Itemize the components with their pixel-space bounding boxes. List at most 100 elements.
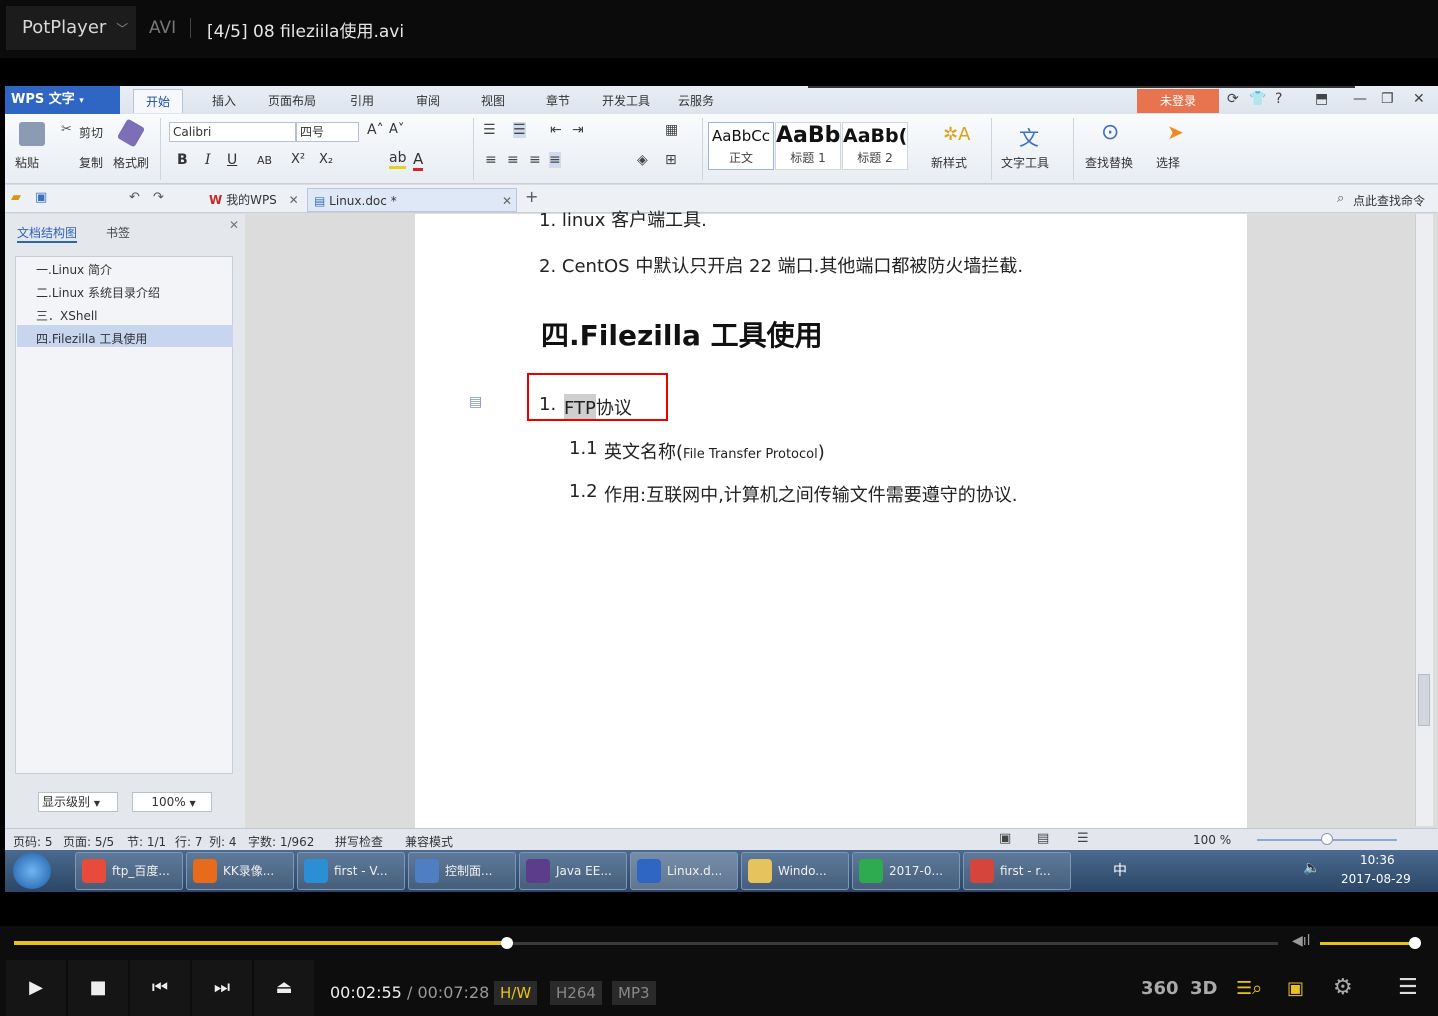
style-normal[interactable]: AaBbCc 正文 <box>708 122 774 170</box>
format-painter-button[interactable]: 格式刷 <box>113 154 149 171</box>
tab-home[interactable]: 开始 <box>133 89 184 113</box>
stop-button[interactable]: ■ <box>68 960 128 1016</box>
volume-icon[interactable]: ◀ıl <box>1292 933 1311 949</box>
select-button[interactable]: 选择 <box>1156 154 1180 171</box>
document-page[interactable]: 1. linux 客户端工具. 2. CentOS 中默认只开启 22 端口.其… <box>415 210 1247 828</box>
find-command-input[interactable]: 点此查找命令 <box>1353 192 1425 209</box>
audio-codec-badge[interactable]: MP3 <box>612 981 656 1005</box>
outline-item[interactable]: 三．XShell <box>36 307 98 324</box>
new-style-button[interactable]: 新样式 <box>931 154 967 171</box>
spell-check-button[interactable]: 拼写检查 <box>335 833 383 850</box>
nav-zoom-select[interactable]: 100% ▼ <box>132 792 212 812</box>
taskbar-item[interactable]: first - r... <box>963 852 1071 890</box>
sync-icon[interactable]: ⟳ <box>1227 91 1239 107</box>
scroll-thumb[interactable] <box>1418 674 1430 726</box>
style-heading-1[interactable]: AaBb 标题 1 <box>775 122 841 170</box>
vr-360-button[interactable]: 360 <box>1141 978 1179 999</box>
playlist-search-icon[interactable]: ☰⌕ <box>1236 978 1262 999</box>
outline-item[interactable]: 二.Linux 系统目录介绍 <box>36 284 160 301</box>
font-size-select[interactable]: 四号 <box>296 122 359 142</box>
login-button[interactable]: 未登录 <box>1137 89 1219 113</box>
shading-icon[interactable]: ◈ <box>637 152 648 168</box>
menu-icon[interactable]: ☰ <box>1398 975 1418 1000</box>
ime-indicator[interactable]: 中 <box>1113 860 1127 880</box>
tab-references[interactable]: 引用 <box>350 92 374 109</box>
highlight-icon[interactable]: ab <box>389 150 407 169</box>
previous-button[interactable]: ⏮ <box>130 960 190 1016</box>
vertical-scrollbar[interactable] <box>1415 214 1433 826</box>
tab-review[interactable]: 审阅 <box>416 92 440 109</box>
close-icon[interactable]: ✕ <box>502 189 512 213</box>
settings-gear-icon[interactable]: ⚙ <box>1333 975 1353 1000</box>
bold-icon[interactable]: B <box>177 152 188 168</box>
tab-chapter[interactable]: 章节 <box>546 92 570 109</box>
close-icon[interactable]: ✕ <box>1413 91 1425 107</box>
tab-document-structure[interactable]: 文档结构图 <box>17 224 78 243</box>
font-color-icon[interactable]: A <box>413 150 424 171</box>
justify-icon[interactable]: ≡ <box>549 152 561 168</box>
seek-knob[interactable] <box>501 937 513 949</box>
outline-level-select[interactable]: 显示级别 ▼ <box>38 792 118 812</box>
doc-tab-linux[interactable]: ▤ Linux.doc * ✕ <box>307 188 517 212</box>
cut-button[interactable]: 剪切 <box>79 124 103 141</box>
hw-badge[interactable]: H/W <box>494 981 538 1005</box>
doc-tab-mywps[interactable]: W 我的WPS ✕ <box>203 188 305 212</box>
find-replace-button[interactable]: 查找替换 <box>1085 154 1133 171</box>
taskbar-item[interactable]: 2017-0... <box>852 852 960 890</box>
redo-icon[interactable]: ↷ <box>153 190 164 205</box>
copy-button[interactable]: 复制 <box>79 154 103 171</box>
next-button[interactable]: ⏭ <box>192 960 252 1016</box>
indent-icon[interactable]: ⇥ <box>572 122 584 138</box>
align-center-icon[interactable]: ≡ <box>507 152 519 168</box>
italic-icon[interactable]: I <box>205 152 211 168</box>
subscript-icon[interactable]: X₂ <box>319 152 333 167</box>
tab-page-layout[interactable]: 页面布局 <box>268 92 316 109</box>
shrink-font-icon[interactable]: A˅ <box>389 122 404 137</box>
collapse-ribbon-icon[interactable]: ⬒ <box>1315 91 1328 107</box>
player-menu-button[interactable]: PotPlayer ﹀ <box>6 6 136 50</box>
wps-menu-button[interactable]: WPS 文字 ▾ <box>5 86 120 114</box>
strikethrough-icon[interactable]: AB <box>257 154 272 167</box>
start-button[interactable] <box>13 853 51 889</box>
video-codec-badge[interactable]: H264 <box>550 981 602 1005</box>
table-icon[interactable]: ▦ <box>665 122 678 138</box>
tab-developer[interactable]: 开发工具 <box>602 92 650 109</box>
bullets-icon[interactable]: ☰ <box>483 122 496 138</box>
font-name-select[interactable]: Calibri <box>169 122 296 142</box>
undo-icon[interactable]: ↶ <box>129 190 140 205</box>
open-icon[interactable]: ▰ <box>11 190 21 205</box>
outline-item[interactable]: 四.Filezilla 工具使用 <box>36 330 147 347</box>
minimize-icon[interactable]: — <box>1353 91 1367 107</box>
borders-icon[interactable]: ⊞ <box>665 152 677 168</box>
paragraph-marker-icon[interactable]: ▤ <box>469 394 482 410</box>
taskbar-item[interactable]: Java EE... <box>519 852 627 890</box>
paste-icon[interactable] <box>19 122 45 146</box>
taskbar-item[interactable]: first - V... <box>297 852 405 890</box>
fullscreen-icon[interactable]: ▣ <box>999 831 1011 846</box>
new-tab-icon[interactable]: + <box>525 187 538 206</box>
volume-bar[interactable] <box>1320 942 1415 945</box>
outdent-icon[interactable]: ⇤ <box>550 122 562 138</box>
video-frame[interactable]: WPS 文字 ▾ 开始 插入 页面布局 引用 审阅 视图 章节 开发工具 云服务… <box>5 86 1438 892</box>
tab-view[interactable]: 视图 <box>481 92 505 109</box>
save-icon[interactable]: ▣ <box>35 190 47 205</box>
numbering-icon[interactable]: ☰ <box>513 122 526 138</box>
close-icon[interactable]: ✕ <box>229 218 239 232</box>
help-icon[interactable]: ? <box>1275 91 1282 107</box>
chat-icon[interactable]: ▣ <box>1287 978 1304 999</box>
tab-cloud[interactable]: 云服务 <box>678 92 714 109</box>
volume-knob[interactable] <box>1409 937 1421 949</box>
eject-button[interactable]: ⏏ <box>254 960 314 1016</box>
page-view-icon[interactable]: ▤ <box>1037 831 1049 846</box>
taskbar-item[interactable]: 控制面... <box>408 852 516 890</box>
taskbar-item[interactable]: Linux.d... <box>630 852 738 890</box>
style-heading-2[interactable]: AaBb(标题 2 <box>842 122 908 170</box>
tab-bookmarks[interactable]: 书签 <box>106 224 130 241</box>
skin-icon[interactable]: 👕 <box>1249 91 1266 107</box>
taskbar-item[interactable]: ftp_百度... <box>75 852 183 890</box>
tab-insert[interactable]: 插入 <box>212 92 236 109</box>
paste-button[interactable]: 粘贴 <box>15 154 39 171</box>
align-right-icon[interactable]: ≡ <box>529 152 541 168</box>
taskbar-item[interactable]: KK录像... <box>186 852 294 890</box>
outline-view-icon[interactable]: ☰ <box>1077 831 1089 846</box>
